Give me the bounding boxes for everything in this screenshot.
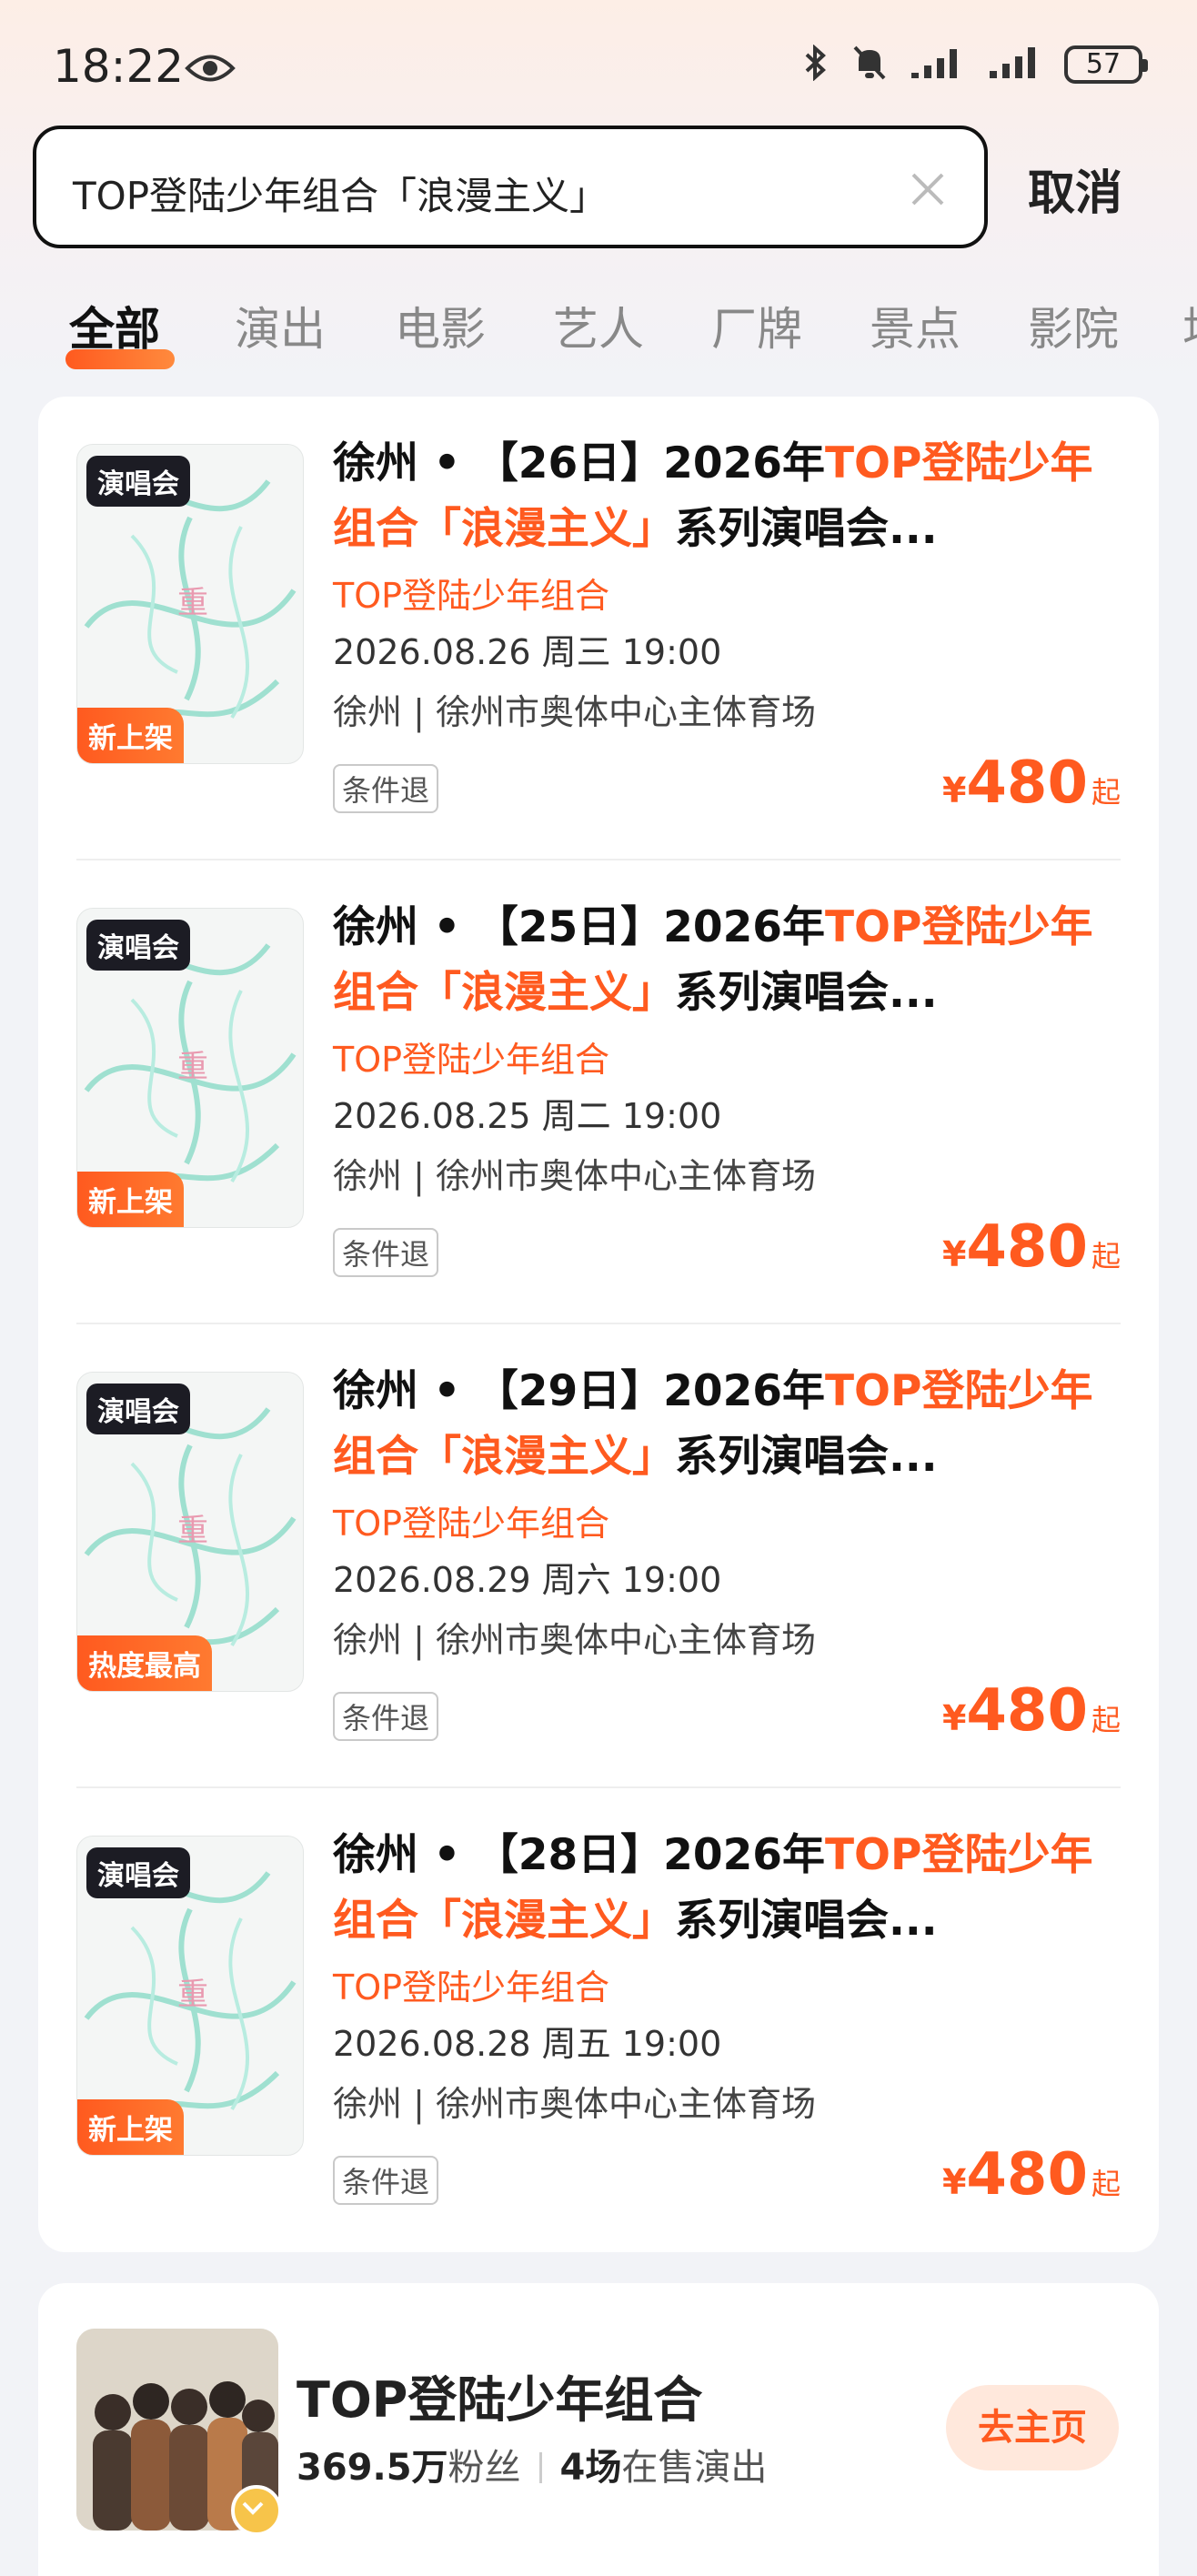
svg-text:重: 重 xyxy=(177,1977,208,2013)
tab-labels[interactable]: 厂牌 xyxy=(711,293,802,358)
list-item[interactable]: 重 演唱会 新上架 徐州 • 【25日】2026年TOP登陆少年组合「浪漫主义」… xyxy=(38,860,1159,1324)
event-price: ¥480 起 xyxy=(941,750,1121,817)
battery-indicator: 57 xyxy=(1064,45,1148,84)
shows-count: 4场 xyxy=(559,2447,622,2489)
refund-tag: 条件退 xyxy=(333,1692,439,1741)
tab-movies[interactable]: 电影 xyxy=(395,293,486,358)
signal-1-icon xyxy=(911,45,966,84)
event-title: 徐州 • 【26日】2026年TOP登陆少年组合「浪漫主义」系列演唱会... xyxy=(333,438,1093,554)
tab-venues[interactable]: 场 xyxy=(1182,293,1197,358)
tag-badge: 新上架 xyxy=(77,2099,184,2155)
event-price: ¥480 起 xyxy=(941,1213,1121,1281)
shows-label: 在售演出 xyxy=(621,2447,768,2489)
fans-count: 369.5万 xyxy=(297,2447,448,2489)
category-badge: 演唱会 xyxy=(86,920,190,971)
event-venue: 徐州 | 徐州市奥体中心主体育场 xyxy=(333,1620,816,1660)
list-item[interactable]: 重 演唱会 新上架 徐州 • 【26日】2026年TOP登陆少年组合「浪漫主义」… xyxy=(38,397,1159,860)
event-title: 徐州 • 【25日】2026年TOP登陆少年组合「浪漫主义」系列演唱会... xyxy=(333,902,1093,1018)
event-poster: 重 演唱会 新上架 xyxy=(76,444,304,764)
list-item[interactable]: 重 演唱会 新上架 徐州 • 【28日】2026年TOP登陆少年组合「浪漫主义」… xyxy=(38,1788,1159,2252)
event-artist: TOP登陆少年组合 xyxy=(333,1504,610,1544)
eye-icon xyxy=(185,53,236,87)
refund-tag: 条件退 xyxy=(333,764,439,813)
artist-name: TOP登陆少年组合 xyxy=(297,2371,703,2429)
event-artist: TOP登陆少年组合 xyxy=(333,1040,610,1080)
category-tabs: 全部 演出 电影 艺人 厂牌 景点 影院 场 xyxy=(0,293,1197,384)
event-datetime: 2026.08.26 周三 19:00 xyxy=(333,632,722,672)
fans-label: 粉丝 xyxy=(448,2447,521,2489)
event-price: ¥480 起 xyxy=(941,1677,1121,1745)
tab-all[interactable]: 全部 xyxy=(69,293,160,358)
verified-badge-icon xyxy=(231,2485,282,2536)
results-card: 重 演唱会 新上架 徐州 • 【26日】2026年TOP登陆少年组合「浪漫主义」… xyxy=(38,397,1159,2252)
event-artist: TOP登陆少年组合 xyxy=(333,576,610,616)
svg-text:重: 重 xyxy=(177,585,208,621)
tab-attractions[interactable]: 景点 xyxy=(870,293,961,358)
bluetooth-icon xyxy=(804,44,828,85)
clear-icon[interactable] xyxy=(908,169,948,209)
svg-text:重: 重 xyxy=(177,1049,208,1085)
event-title: 徐州 • 【29日】2026年TOP登陆少年组合「浪漫主义」系列演唱会... xyxy=(333,1366,1093,1482)
event-price: ¥480 起 xyxy=(941,2141,1121,2209)
category-badge: 演唱会 xyxy=(86,1384,190,1434)
search-bar[interactable]: TOP登陆少年组合「浪漫主义」 xyxy=(33,126,988,248)
list-item[interactable]: 重 演唱会 热度最高 徐州 • 【29日】2026年TOP登陆少年组合「浪漫主义… xyxy=(38,1324,1159,1788)
event-venue: 徐州 | 徐州市奥体中心主体育场 xyxy=(333,692,816,732)
status-icons: 57 xyxy=(804,44,1148,86)
refund-tag: 条件退 xyxy=(333,1228,439,1277)
go-homepage-button[interactable]: 去主页 xyxy=(946,2385,1119,2470)
mute-bell-icon xyxy=(851,44,888,86)
event-venue: 徐州 | 徐州市奥体中心主体育场 xyxy=(333,1156,816,1196)
event-datetime: 2026.08.25 周二 19:00 xyxy=(333,1096,722,1136)
tab-cinemas[interactable]: 影院 xyxy=(1028,293,1119,358)
tab-shows[interactable]: 演出 xyxy=(235,293,326,358)
tag-badge: 新上架 xyxy=(77,1172,184,1227)
svg-text:重: 重 xyxy=(177,1513,208,1549)
category-badge: 演唱会 xyxy=(86,456,190,507)
event-poster: 重 演唱会 新上架 xyxy=(76,1836,304,2156)
status-time: 18:22 xyxy=(53,40,185,93)
category-badge: 演唱会 xyxy=(86,1847,190,1898)
artist-card[interactable]: TOP登陆少年组合 369.5万粉丝 4场在售演出 去主页 xyxy=(38,2283,1159,2576)
stats-separator xyxy=(538,2452,542,2483)
status-bar: 18:22 57 xyxy=(0,0,1197,136)
tab-artists[interactable]: 艺人 xyxy=(553,293,644,358)
search-input[interactable]: TOP登陆少年组合「浪漫主义」 xyxy=(73,166,608,221)
event-datetime: 2026.08.29 周六 19:00 xyxy=(333,1560,722,1600)
cancel-button[interactable]: 取消 xyxy=(1028,155,1122,223)
signal-2-icon xyxy=(990,45,1041,84)
tag-badge: 新上架 xyxy=(77,708,184,763)
tag-badge: 热度最高 xyxy=(77,1635,212,1691)
event-artist: TOP登陆少年组合 xyxy=(333,1967,610,2007)
event-poster: 重 演唱会 新上架 xyxy=(76,908,304,1228)
event-poster: 重 演唱会 热度最高 xyxy=(76,1372,304,1692)
event-title: 徐州 • 【28日】2026年TOP登陆少年组合「浪漫主义」系列演唱会... xyxy=(333,1830,1093,1946)
event-venue: 徐州 | 徐州市奥体中心主体育场 xyxy=(333,2084,816,2124)
event-datetime: 2026.08.28 周五 19:00 xyxy=(333,2024,722,2064)
refund-tag: 条件退 xyxy=(333,2156,439,2205)
artist-stats: 369.5万粉丝 4场在售演出 xyxy=(297,2438,767,2490)
